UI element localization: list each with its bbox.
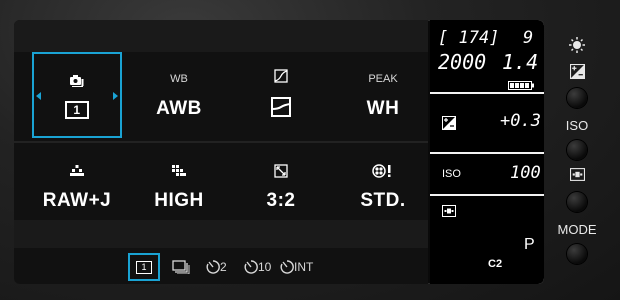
tone-curve-value-icon (271, 97, 291, 123)
single-frame-icon: 1 (136, 260, 152, 274)
exposure-readout: [ 174] 9 2000 1.4 (430, 20, 544, 92)
image-quality-value: RAW+J (42, 190, 112, 211)
white-balance-label: WB (170, 73, 188, 85)
status-panel: [ 174] 9 2000 1.4 +0.3 ISO 100 P C2 (430, 20, 544, 284)
color-mode-icon (372, 162, 394, 180)
metering-button[interactable] (567, 192, 587, 212)
image-size-cell[interactable]: HIGH (134, 144, 224, 230)
peaking-value: WH (366, 98, 400, 119)
self-timer-icon (244, 260, 258, 274)
drive-single-option[interactable]: 1 (128, 253, 160, 281)
mode-readout: P C2 (430, 196, 544, 284)
aspect-ratio-icon (274, 162, 288, 180)
settings-row-1: 1 WB AWB PEAK WH (14, 52, 428, 142)
peaking-label: PEAK (368, 73, 398, 85)
iso-readout: ISO 100 (430, 154, 544, 194)
menu-bottom-bar (14, 220, 428, 248)
drive-timer-2-option[interactable]: 2 (206, 255, 227, 279)
aperture: 1.4 (502, 50, 539, 74)
lcd-screen: 1 WB AWB PEAK WH RAW+J HIGH 3:2 STD. 1 2… (14, 20, 544, 284)
iso-label: ISO (442, 168, 461, 180)
shutter-speed: 2000 (438, 50, 487, 74)
left-arrow-icon[interactable] (36, 92, 41, 100)
single-frame-icon: 1 (65, 101, 89, 119)
image-size-icon (172, 162, 186, 180)
image-quality-icon (70, 162, 84, 180)
exposure-comp-value: +0.3 (500, 111, 541, 131)
drive-continuous-option[interactable] (170, 255, 192, 279)
exposure-mode: P (524, 236, 535, 253)
color-mode-value: STD. (360, 190, 406, 211)
right-arrow-icon[interactable] (113, 92, 118, 100)
drive-mode-bar: 1 2 10 INT (14, 250, 428, 284)
iso-button[interactable] (567, 140, 587, 160)
metering-icon (442, 204, 456, 222)
side-controls: ISO MODE (548, 0, 620, 300)
camera-stack-icon (69, 71, 85, 89)
aspect-ratio-cell[interactable]: 3:2 (236, 144, 326, 230)
drive-mode-cell[interactable]: 1 (32, 52, 122, 138)
iso-value: 100 (510, 163, 541, 183)
image-quality-cell[interactable]: RAW+J (32, 144, 122, 230)
peaking-cell[interactable]: PEAK WH (338, 52, 428, 138)
drive-mode-value: 1 (65, 101, 89, 119)
color-mode-cell[interactable]: STD. (338, 144, 428, 230)
metering-icon (570, 168, 585, 186)
shots-remaining: [ 174] (438, 28, 500, 48)
custom-mode: C2 (488, 258, 503, 270)
brightness-icon (568, 36, 586, 59)
interval-label: INT (294, 260, 314, 274)
exposure-comp-icon (570, 64, 585, 84)
exposure-comp-readout: +0.3 (430, 94, 544, 152)
battery-icon (508, 77, 534, 95)
exposure-comp-button[interactable] (567, 88, 587, 108)
white-balance-cell[interactable]: WB AWB (134, 52, 224, 138)
timer-10-label: 10 (258, 260, 272, 274)
quick-menu: 1 WB AWB PEAK WH RAW+J HIGH 3:2 STD. 1 2… (14, 20, 428, 284)
drive-timer-10-option[interactable]: 10 (244, 255, 271, 279)
drive-interval-option[interactable]: INT (280, 255, 313, 279)
continuous-icon (172, 260, 190, 274)
mode-button-label: MODE (557, 222, 597, 237)
iso-button-label: ISO (565, 118, 589, 133)
mode-button[interactable] (567, 244, 587, 264)
tone-curve-icon (274, 67, 288, 85)
menu-top-bar (14, 20, 428, 52)
timer-2-label: 2 (220, 260, 227, 274)
interval-timer-icon (280, 260, 294, 274)
aspect-ratio-value: 3:2 (266, 190, 296, 211)
exposure-comp-icon (442, 116, 456, 135)
row-divider (14, 141, 428, 143)
self-timer-icon (206, 260, 220, 274)
af-mode-digit: 9 (523, 28, 534, 48)
image-size-value: HIGH (154, 190, 204, 211)
tone-curve-cell[interactable] (236, 52, 326, 138)
white-balance-value: AWB (156, 98, 202, 119)
